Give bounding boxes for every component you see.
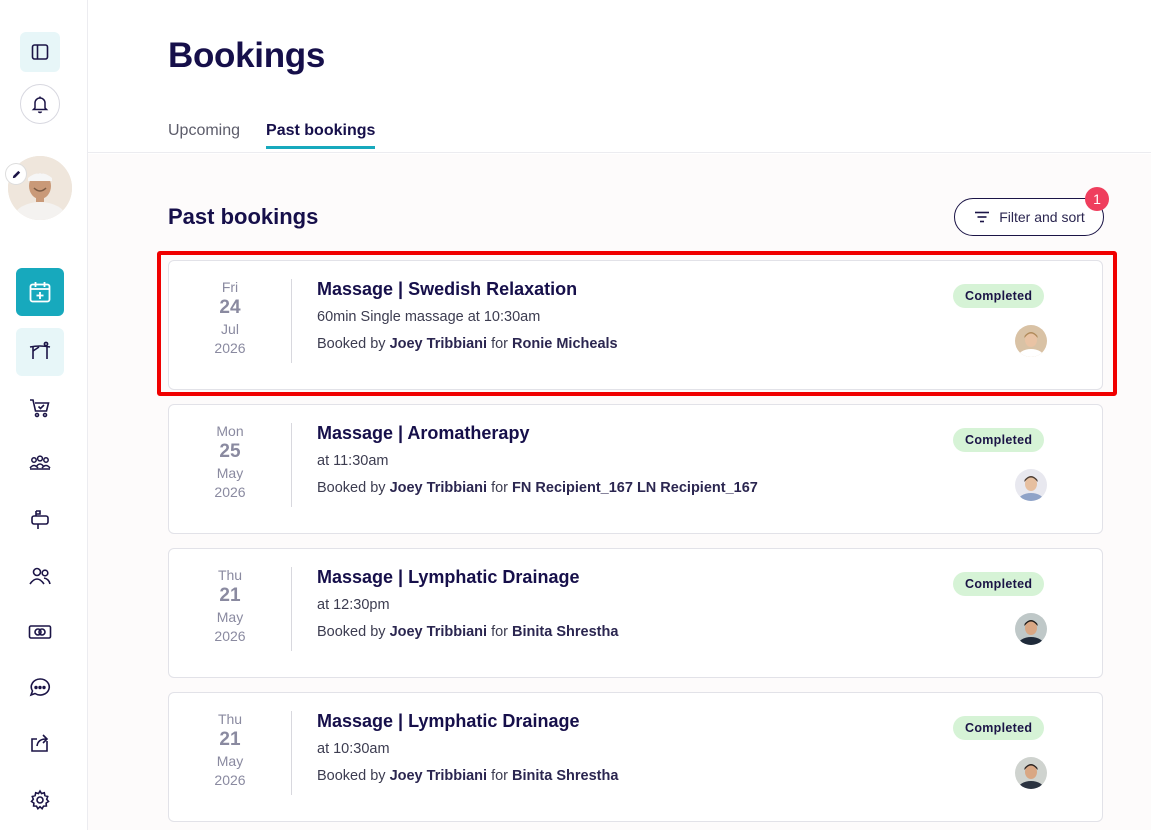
booking-title[interactable]: Massage | Aromatherapy (317, 423, 529, 444)
massage-table-icon[interactable] (16, 328, 64, 376)
booking-date: Mon 25 May 2026 (169, 423, 292, 507)
group-icon[interactable] (16, 440, 64, 488)
therapist-avatar (1015, 757, 1047, 789)
booking-detail: 60min Single massage at 10:30am (317, 309, 541, 325)
for-label: for (491, 624, 509, 640)
users-icon[interactable] (16, 552, 64, 600)
mailbox-icon[interactable] (16, 496, 64, 544)
booking-booked-by: Booked by Joey Tribbiani for Binita Shre… (317, 624, 618, 640)
therapist-avatar (1015, 613, 1047, 645)
tab-past-bookings[interactable]: Past bookings (266, 122, 376, 149)
booking-card[interactable]: Thu 21 May 2026 Massage | Lymphatic Drai… (168, 692, 1103, 822)
booker-name: Joey Tribbiani (389, 624, 488, 640)
booked-by-label: Booked by (317, 624, 386, 640)
pencil-icon[interactable] (6, 164, 26, 184)
booked-by-label: Booked by (317, 480, 386, 496)
therapist-avatar (1015, 469, 1047, 501)
booking-detail: at 11:30am (317, 453, 389, 469)
booking-date: Thu 21 May 2026 (169, 711, 292, 795)
booking-weekday: Fri (221, 279, 239, 295)
booking-weekday: Mon (216, 423, 244, 439)
booking-month: May (216, 609, 244, 625)
booking-date: Thu 21 May 2026 (169, 567, 292, 651)
filter-label: Filter and sort (999, 209, 1085, 225)
booking-month: May (216, 753, 244, 769)
booking-weekday: Thu (217, 711, 243, 727)
booking-date: Fri 24 Jul 2026 (169, 279, 292, 363)
status-badge: Completed (953, 428, 1045, 452)
booking-month: Jul (221, 321, 239, 337)
filter-and-sort-button[interactable]: Filter and sort (954, 198, 1104, 236)
status-badge: Completed (953, 716, 1045, 740)
page-title: Bookings (168, 36, 326, 75)
booker-name: Joey Tribbiani (389, 480, 488, 496)
booking-weekday: Thu (217, 567, 243, 583)
booker-name: Joey Tribbiani (389, 336, 488, 352)
panel-toggle-icon[interactable] (20, 32, 60, 72)
booking-day: 21 (219, 729, 241, 750)
chat-icon[interactable] (16, 664, 64, 712)
user-avatar[interactable] (6, 156, 72, 220)
booking-title[interactable]: Massage | Lymphatic Drainage (317, 567, 579, 588)
calendar-plus-icon[interactable] (16, 268, 64, 316)
therapist-avatar (1015, 325, 1047, 357)
booking-card[interactable]: Mon 25 May 2026 Massage | Aromatherapy a… (168, 404, 1103, 534)
gear-icon[interactable] (16, 776, 64, 824)
booking-detail: at 10:30am (317, 741, 390, 757)
bell-icon[interactable] (20, 84, 60, 124)
booking-card[interactable]: Fri 24 Jul 2026 Massage | Swedish Relaxa… (168, 260, 1103, 390)
booking-title[interactable]: Massage | Swedish Relaxation (317, 279, 577, 300)
filter-icon (975, 211, 990, 223)
booking-year: 2026 (214, 628, 246, 644)
page-header: Bookings Upcoming Past bookings (88, 0, 1151, 153)
status-badge: Completed (953, 572, 1045, 596)
booking-day: 25 (219, 441, 241, 462)
recipient-name: Ronie Micheals (512, 336, 618, 352)
recipient-name: FN Recipient_167 LN Recipient_167 (512, 480, 758, 496)
tab-upcoming[interactable]: Upcoming (168, 122, 240, 149)
booking-title[interactable]: Massage | Lymphatic Drainage (317, 711, 579, 732)
booking-detail: at 12:30pm (317, 597, 390, 613)
section-title: Past bookings (168, 204, 319, 229)
sidebar (0, 0, 88, 830)
booking-booked-by: Booked by Joey Tribbiani for FN Recipien… (317, 480, 758, 496)
share-icon[interactable] (16, 720, 64, 768)
for-label: for (491, 336, 509, 352)
bookings-content: Past bookings Filter and sort 1 Fri 24 J… (88, 154, 1151, 830)
booking-year: 2026 (214, 484, 246, 500)
booking-year: 2026 (214, 340, 246, 356)
booking-card[interactable]: Thu 21 May 2026 Massage | Lymphatic Drai… (168, 548, 1103, 678)
booking-booked-by: Booked by Joey Tribbiani for Ronie Miche… (317, 336, 618, 352)
booking-booked-by: Booked by Joey Tribbiani for Binita Shre… (317, 768, 618, 784)
booking-year: 2026 (214, 772, 246, 788)
booking-day: 24 (219, 297, 241, 318)
recipient-name: Binita Shrestha (512, 624, 619, 640)
booking-month: May (216, 465, 244, 481)
money-icon[interactable] (16, 608, 64, 656)
booked-by-label: Booked by (317, 768, 386, 784)
recipient-name: Binita Shrestha (512, 768, 619, 784)
booking-tabs: Upcoming Past bookings (168, 122, 376, 149)
booking-day: 21 (219, 585, 241, 606)
filter-count-badge: 1 (1085, 187, 1109, 211)
status-badge: Completed (953, 284, 1045, 308)
for-label: for (491, 480, 509, 496)
booker-name: Joey Tribbiani (389, 768, 488, 784)
for-label: for (491, 768, 509, 784)
cart-icon[interactable] (16, 384, 64, 432)
booked-by-label: Booked by (317, 336, 386, 352)
